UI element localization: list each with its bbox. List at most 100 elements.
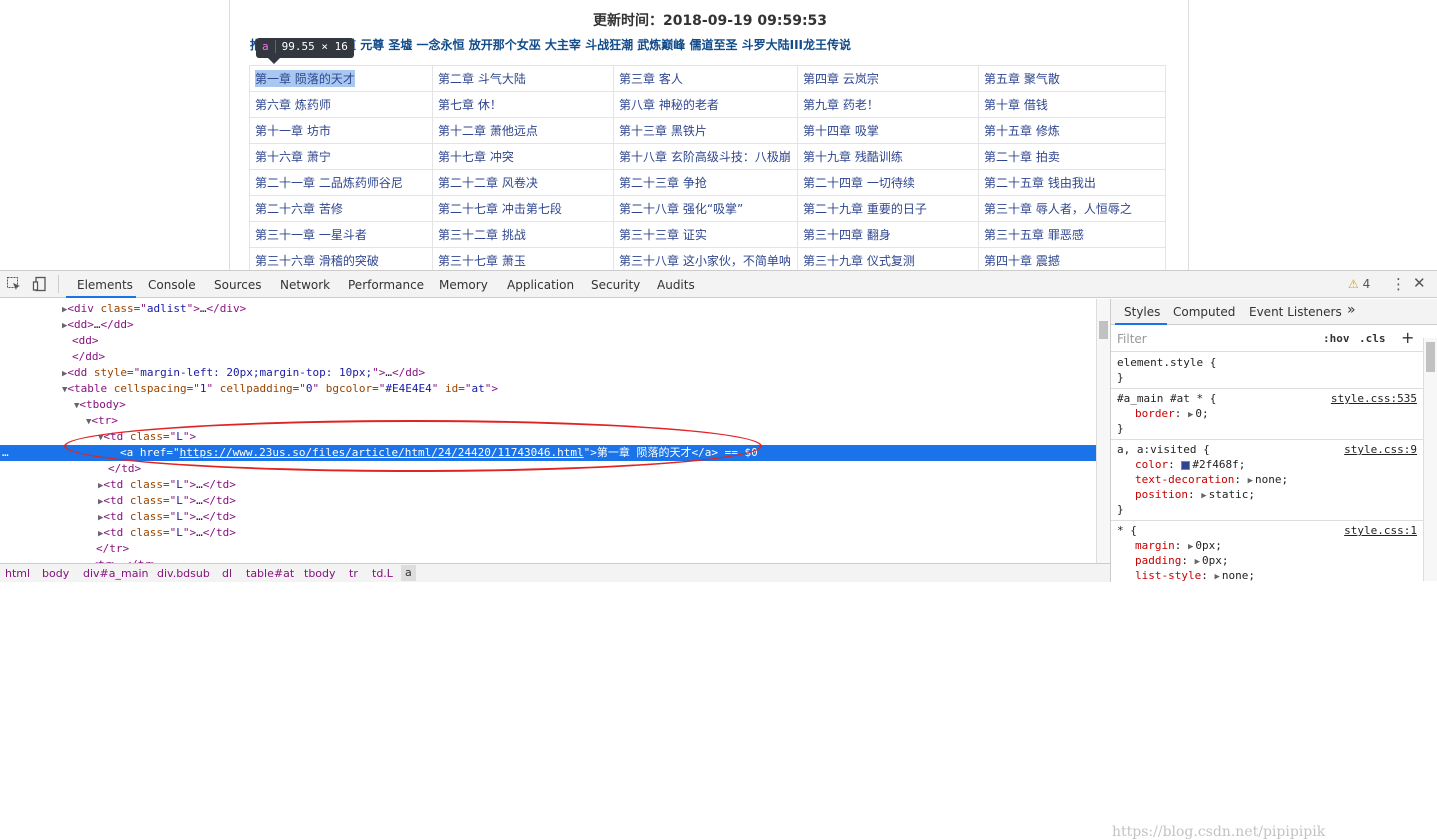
property-value[interactable]: 0px; xyxy=(1202,554,1229,567)
tab-application[interactable]: Application xyxy=(507,278,574,292)
style-property[interactable]: margin: ▶ 0px; xyxy=(1117,538,1417,553)
breadcrumb-item[interactable]: html xyxy=(5,567,30,580)
chapter-link[interactable]: 第三十二章 挑战 xyxy=(438,226,526,243)
close-icon[interactable]: ✕ xyxy=(1413,274,1426,292)
style-property[interactable]: color: #2f468f; xyxy=(1117,457,1417,472)
style-property[interactable]: border: ▶ 0; xyxy=(1117,406,1417,421)
chapter-link[interactable]: 第十四章 吸掌 xyxy=(803,122,879,139)
rule-selector[interactable]: element.style { xyxy=(1117,356,1216,369)
chapter-link[interactable]: 第二十七章 冲击第七段 xyxy=(438,200,562,217)
tab-audits[interactable]: Audits xyxy=(657,278,695,292)
rule-selector[interactable]: * { xyxy=(1117,524,1137,537)
breadcrumb-item[interactable]: tbody xyxy=(304,567,336,580)
chapter-link[interactable]: 第十九章 残酷训练 xyxy=(803,148,903,165)
tab-computed[interactable]: Computed xyxy=(1173,305,1235,319)
elements-scrollbar[interactable] xyxy=(1096,299,1110,563)
chapter-link[interactable]: 第十七章 冲突 xyxy=(438,148,514,165)
device-toolbar-icon[interactable] xyxy=(32,276,48,292)
breadcrumb-item[interactable]: td.L xyxy=(372,567,393,580)
chapter-link[interactable]: 第一章 陨落的天才 xyxy=(255,70,355,87)
chapter-link[interactable]: 第三十九章 仪式复测 xyxy=(803,252,915,269)
expand-toggle-icon[interactable]: ▶ xyxy=(1188,410,1193,420)
tab-network[interactable]: Network xyxy=(280,278,330,292)
styles-filter-input[interactable] xyxy=(1117,330,1312,348)
chapter-link[interactable]: 第二十五章 钱由我出 xyxy=(984,174,1096,191)
dom-node[interactable]: ▶<dd>…</dd> xyxy=(0,317,1096,333)
property-name[interactable]: color xyxy=(1135,458,1168,471)
dom-node[interactable]: ▶<td class="L">…</td> xyxy=(0,477,1096,493)
property-value[interactable]: none; xyxy=(1222,569,1255,582)
rule-source-link[interactable]: style.css:9 xyxy=(1344,442,1417,457)
color-swatch-icon[interactable] xyxy=(1181,460,1191,470)
chapter-link[interactable]: 第十八章 玄阶高级斗技：八极崩 xyxy=(619,148,791,165)
breadcrumb-item[interactable]: dl xyxy=(222,567,232,580)
related-books-links[interactable]: 道 元尊 圣墟 一念永恒 放开那个女巫 大主宰 斗战狂潮 武炼巅峰 儒道至圣 斗… xyxy=(344,38,851,52)
chapter-link[interactable]: 第三十四章 翻身 xyxy=(803,226,891,243)
chapter-link[interactable]: 第三十三章 证实 xyxy=(619,226,707,243)
style-property[interactable]: position: ▶ static; xyxy=(1117,487,1417,502)
breadcrumb-item[interactable]: div.bdsub xyxy=(157,567,210,580)
property-value[interactable]: 0px; xyxy=(1195,539,1222,552)
chapter-link[interactable]: 第二章 斗气大陆 xyxy=(438,70,526,87)
chapter-link[interactable]: 第四章 云岚宗 xyxy=(803,70,879,87)
tab-event-listeners[interactable]: Event Listeners xyxy=(1249,305,1342,319)
dom-node[interactable]: </tr> xyxy=(0,541,1096,557)
style-property[interactable]: text-decoration: ▶ none; xyxy=(1117,472,1417,487)
chapter-link[interactable]: 第十章 借钱 xyxy=(984,96,1048,113)
inspect-element-icon[interactable] xyxy=(6,276,22,292)
hov-toggle[interactable]: :hov xyxy=(1323,332,1350,345)
dom-node[interactable]: </dd> xyxy=(0,349,1096,365)
property-name[interactable]: list-style xyxy=(1135,569,1201,582)
chapter-link[interactable]: 第七章 休！ xyxy=(438,96,502,113)
property-value[interactable]: #2f468f; xyxy=(1192,458,1245,471)
warnings-counter[interactable]: ⚠ 4 xyxy=(1348,277,1370,291)
property-value[interactable]: none; xyxy=(1255,473,1288,486)
property-value[interactable]: static; xyxy=(1209,488,1255,501)
chapter-link[interactable]: 第三十章 辱人者，人恒辱之 xyxy=(984,200,1132,217)
chapter-link[interactable]: 第二十二章 风卷决 xyxy=(438,174,538,191)
node-menu-icon[interactable]: … xyxy=(2,445,9,461)
breadcrumb-item[interactable]: div#a_main xyxy=(83,567,149,580)
style-property[interactable]: padding: ▶ 0px; xyxy=(1117,553,1417,568)
chapter-link[interactable]: 第八章 神秘的老者 xyxy=(619,96,719,113)
new-rule-button[interactable]: + xyxy=(1401,328,1414,347)
chapter-link[interactable]: 第十二章 萧他远点 xyxy=(438,122,538,139)
breadcrumb-item[interactable]: tr xyxy=(349,567,358,580)
rule-source-link[interactable]: style.css:1 xyxy=(1344,523,1417,538)
chapter-link[interactable]: 第十六章 萧宁 xyxy=(255,148,331,165)
chapter-link[interactable]: 第二十章 拍卖 xyxy=(984,148,1060,165)
chapter-link[interactable]: 第十五章 修炼 xyxy=(984,122,1060,139)
chapter-link[interactable]: 第四十章 震撼 xyxy=(984,252,1060,269)
tab-memory[interactable]: Memory xyxy=(439,278,488,292)
tab-console[interactable]: Console xyxy=(148,278,196,292)
chapter-link[interactable]: 第二十八章 强化“吸掌” xyxy=(619,200,743,217)
tab-performance[interactable]: Performance xyxy=(348,278,424,292)
tab-security[interactable]: Security xyxy=(591,278,640,292)
rule-selector[interactable]: #a_main #at * { xyxy=(1117,392,1216,405)
styles-scrollbar[interactable] xyxy=(1423,338,1437,581)
more-options-icon[interactable]: ⋮ xyxy=(1391,275,1406,293)
dom-node[interactable]: ▶<dd style="margin-left: 20px;margin-top… xyxy=(0,365,1096,381)
chapter-link[interactable]: 第十一章 坊市 xyxy=(255,122,331,139)
tab-sources[interactable]: Sources xyxy=(214,278,261,292)
tab-elements[interactable]: Elements xyxy=(77,278,133,292)
cls-toggle[interactable]: .cls xyxy=(1359,332,1386,345)
chapter-link[interactable]: 第三十七章 萧玉 xyxy=(438,252,526,269)
expand-toggle-icon[interactable]: ▶ xyxy=(1248,476,1253,486)
dom-node[interactable]: ▼<tbody> xyxy=(0,397,1096,413)
more-tabs-icon[interactable]: » xyxy=(1347,302,1356,318)
breadcrumb-item[interactable]: a xyxy=(401,565,416,581)
property-name[interactable]: padding xyxy=(1135,554,1181,567)
breadcrumb-item[interactable]: body xyxy=(42,567,69,580)
chapter-link[interactable]: 第六章 炼药师 xyxy=(255,96,331,113)
breadcrumb-item[interactable]: table#at xyxy=(246,567,294,580)
rule-selector[interactable]: a, a:visited { xyxy=(1117,443,1210,456)
property-value[interactable]: 0; xyxy=(1195,407,1208,420)
property-name[interactable]: margin xyxy=(1135,539,1175,552)
dom-node[interactable]: ▶<td class="L">…</td> xyxy=(0,493,1096,509)
chapter-link[interactable]: 第三章 客人 xyxy=(619,70,683,87)
dom-node[interactable]: ▼<table cellspacing="1" cellpadding="0" … xyxy=(0,381,1096,397)
tab-styles[interactable]: Styles xyxy=(1124,305,1160,319)
chapter-link[interactable]: 第二十三章 争抢 xyxy=(619,174,707,191)
chapter-link[interactable]: 第五章 聚气散 xyxy=(984,70,1060,87)
